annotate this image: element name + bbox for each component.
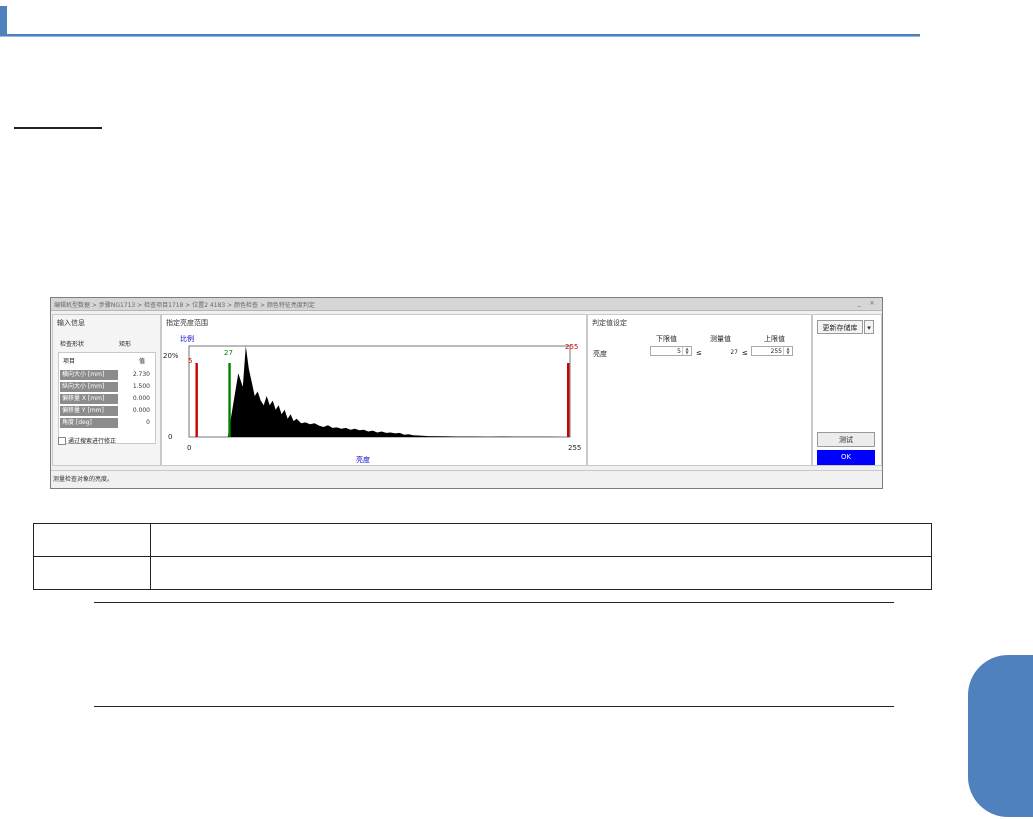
measured-value-marker[interactable] [228, 363, 231, 437]
col-value-header: 值 [139, 358, 146, 365]
table-row: 纵向大小 [mm] 1.500 [60, 382, 150, 392]
upper-limit-marker[interactable] [567, 363, 570, 437]
update-dropdown-button[interactable]: ▾ [864, 320, 874, 334]
brightness-range-panel: 指定亮度范围 比例 20% 0 0 255 亮度 5 27 255 [161, 314, 587, 466]
input-panel-title: 输入信息 [57, 319, 85, 327]
status-bar: 测量检查对象的亮度。 [51, 470, 882, 487]
table-row: 偏移量 Y [mm] 0.000 [60, 406, 150, 416]
dialog-breadcrumb: 编辑机型数据 > 步骤NG1713 > 检查项目1718 > 位置2 4183 … [54, 302, 315, 309]
brightness-row-label: 亮度 [593, 350, 607, 358]
test-button[interactable]: 测试 [817, 432, 875, 447]
table-row [33, 556, 932, 590]
window-controls[interactable]: _ × [857, 299, 878, 307]
search-correction-checkbox[interactable] [58, 437, 66, 445]
chapter-side-tab [968, 655, 1033, 817]
table-row [33, 523, 932, 557]
lower-marker-label: 5 [188, 357, 193, 365]
table-row: 偏移量 X [mm] 0.000 [60, 394, 150, 404]
info-table [33, 523, 932, 590]
upper-marker-label: 255 [565, 343, 579, 351]
header-rule-light [0, 36, 920, 37]
note-rule-bottom [94, 706, 894, 707]
col-item-header: 项目 [63, 358, 76, 365]
action-button-panel: 更新存储库 ▾ 测试 OK [812, 314, 882, 466]
note-rule-top [94, 602, 894, 603]
input-info-panel: 输入信息 检查形状 矩形 项目 值 横向大小 [mm] 2.730 纵向大小 [m… [52, 314, 161, 466]
ok-button[interactable]: OK [817, 450, 875, 465]
update-repository-button[interactable]: 更新存储库 [817, 320, 863, 334]
measured-marker-label: 27 [224, 349, 233, 357]
lower-limit-marker[interactable] [195, 363, 198, 437]
measured-header: 测量值 [710, 335, 731, 343]
search-correction-label: 通过搜索进行修正 [68, 438, 117, 445]
shape-value: 矩形 [119, 341, 132, 348]
status-text: 测量检查对象的亮度。 [53, 476, 114, 483]
lower-limit-stepper[interactable]: 5 ▲ ▼ [650, 346, 692, 356]
table-row: 横向大小 [mm] 2.730 [60, 370, 150, 380]
judge-panel-title: 判定值设定 [592, 319, 627, 327]
table-cell [33, 556, 151, 590]
judgement-settings-panel: 判定值设定 下限值 测量值 上限值 亮度 5 ▲ ▼ ≤ 27 ≤ 255 ▲ ▼ [587, 314, 812, 466]
table-cell [150, 556, 932, 590]
brightness-judgement-dialog: 编辑机型数据 > 步骤NG1713 > 检查项目1718 > 位置2 4183 … [50, 297, 883, 489]
table-row: 角度 [deg] 0 [60, 418, 150, 428]
brightness-histogram[interactable] [162, 315, 586, 465]
dialog-titlebar: 编辑机型数据 > 步骤NG1713 > 检查项目1718 > 位置2 4183 … [51, 298, 882, 311]
table-cell [33, 523, 151, 557]
chevron-down-icon: ▾ [867, 324, 871, 332]
less-equal-1: ≤ [696, 349, 702, 357]
stepper-arrows-icon[interactable]: ▲ ▼ [783, 347, 792, 355]
stepper-arrows-icon[interactable]: ▲ ▼ [682, 347, 691, 355]
upper-limit-stepper[interactable]: 255 ▲ ▼ [751, 346, 793, 356]
measured-value: 27 [730, 349, 738, 356]
shape-label: 检查形状 [60, 341, 85, 348]
lower-limit-header: 下限值 [656, 335, 677, 343]
less-equal-2: ≤ [742, 349, 748, 357]
upper-limit-header: 上限值 [764, 335, 785, 343]
header-accent-bar [0, 6, 7, 36]
section-heading-underline [14, 127, 102, 129]
table-cell [150, 523, 932, 557]
